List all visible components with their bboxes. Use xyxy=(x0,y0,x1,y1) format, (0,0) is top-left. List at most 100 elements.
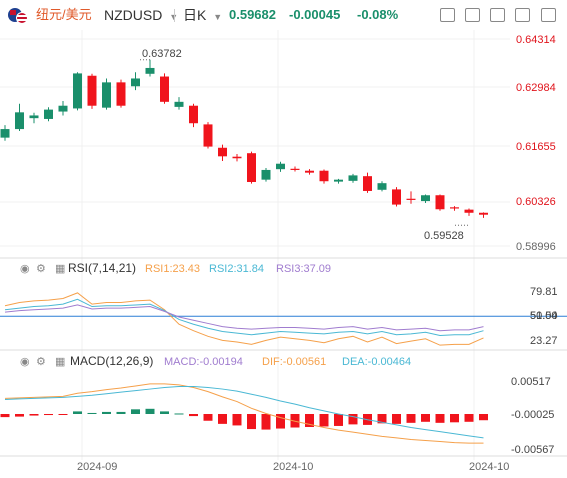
expand-icon[interactable] xyxy=(541,8,556,22)
header-divider xyxy=(174,9,175,22)
settings-icon[interactable]: ⚙ xyxy=(36,263,46,275)
rsi-line xyxy=(4,292,484,346)
candle-body xyxy=(290,168,300,170)
macd-bar xyxy=(189,414,198,417)
candle-body xyxy=(29,115,39,119)
y-tick-label: 23.27 xyxy=(530,335,558,347)
candle-body xyxy=(116,82,126,106)
macd-bar xyxy=(247,414,256,430)
indicator-menu-icon[interactable]: ▦ xyxy=(55,263,65,275)
candle-body xyxy=(377,183,387,190)
macd-legend-value: MACD:-0.00194 xyxy=(164,356,243,368)
price-change: -0.00045 xyxy=(289,7,341,22)
y-tick-label: 0.64314 xyxy=(516,34,556,46)
macd-panel xyxy=(0,383,488,444)
dif-legend-value: DIF:-0.00561 xyxy=(262,356,326,368)
chart-header: 纽元/美元 NZDUSD ▼ 日K ▼ 0.59682 -0.00045 -0.… xyxy=(0,0,567,30)
y-tick-label: 0.60326 xyxy=(516,196,556,208)
macd-bar xyxy=(450,414,459,423)
candle-body xyxy=(392,189,401,205)
pair-name: 纽元/美元 xyxy=(36,7,92,22)
macd-bar xyxy=(421,414,430,422)
candle-body xyxy=(58,105,68,112)
rsi-y-axis: 79.81 50.00 51.54 23.27 xyxy=(530,286,558,347)
candle-body xyxy=(218,147,227,157)
macd-bar xyxy=(131,409,140,414)
macd-bar xyxy=(261,414,271,430)
x-tick-label: 2024-10 xyxy=(273,461,313,473)
rsi1-legend: RSI1:23.43 xyxy=(145,263,200,275)
candle-body xyxy=(145,67,155,74)
x-tick-label: 2024-10 xyxy=(469,461,509,473)
candle-body xyxy=(261,169,271,180)
macd-bar xyxy=(160,411,169,414)
macd-bar xyxy=(203,414,213,421)
y-tick-label: -0.00567 xyxy=(511,444,554,456)
rsi3-legend: RSI3:37.09 xyxy=(276,263,331,275)
candle-body xyxy=(44,109,53,119)
symbol-selector[interactable]: NZDUSD ▼ xyxy=(104,7,178,25)
indicator-menu-icon[interactable]: ▦ xyxy=(55,356,65,368)
macd-bar xyxy=(58,414,68,415)
macd-bar xyxy=(319,414,329,427)
indicator-icon[interactable] xyxy=(465,8,480,22)
macd-bar xyxy=(276,414,285,429)
candle-body xyxy=(450,207,459,209)
timeframe-label: 日K xyxy=(183,7,207,23)
candle-body xyxy=(232,156,242,159)
eye-icon[interactable]: ◉ xyxy=(20,263,30,275)
y-tick-label: 0.61655 xyxy=(516,141,556,153)
macd-bar xyxy=(87,412,97,414)
macd-bar xyxy=(116,411,126,414)
candle-body xyxy=(479,212,488,215)
candle-body xyxy=(73,73,82,109)
macd-bar xyxy=(406,414,416,423)
price-change-percent: -0.08% xyxy=(357,7,399,22)
y-tick-label: 0.62984 xyxy=(516,82,556,94)
macd-bar xyxy=(232,414,242,426)
macd-bar xyxy=(392,414,401,424)
settings-icon[interactable]: ⚙ xyxy=(36,356,46,368)
y-tick-label: 0.00517 xyxy=(511,376,551,388)
candle-body xyxy=(276,163,285,170)
timeframe-selector[interactable]: 日K ▼ xyxy=(183,7,222,25)
chart-area: 0.59528 0.63782 ◉ ⚙ ▦ RSI(7,14,21) RSI1:… xyxy=(0,30,567,473)
low-annotation-label: 0.59528 xyxy=(424,230,464,242)
macd-bar xyxy=(464,414,474,422)
candle-body xyxy=(435,195,445,210)
eye-icon[interactable]: ◉ xyxy=(20,356,30,368)
candle-body xyxy=(406,198,416,200)
dea-legend-value: DEA:-0.00464 xyxy=(342,356,411,368)
macd-bar xyxy=(0,414,10,418)
high-annotation-label: 0.63782 xyxy=(142,48,182,60)
macd-legend: ◉ ⚙ ▦ MACD(12,26,9) MACD:-0.00194 DIF:-0… xyxy=(20,354,411,368)
rsi-title: RSI(7,14,21) xyxy=(68,261,136,275)
candle-body xyxy=(15,112,24,130)
candlestick-series xyxy=(0,59,488,226)
macd-y-axis: 0.00517 -0.00025 -0.00567 xyxy=(511,376,554,456)
us-flag-icon xyxy=(16,12,28,24)
symbol-label: NZDUSD xyxy=(104,7,163,23)
candle-body xyxy=(189,105,198,124)
candle-body xyxy=(421,195,430,202)
candle-body xyxy=(464,209,474,213)
candle-body xyxy=(363,176,372,191)
candle-body xyxy=(0,129,10,138)
candle-body xyxy=(305,170,314,173)
settings-icon[interactable] xyxy=(490,8,505,22)
macd-bar xyxy=(435,414,445,423)
macd-bar xyxy=(29,414,39,416)
macd-bar xyxy=(334,414,343,426)
y-tick-label: 51.54 xyxy=(530,310,558,322)
macd-bar xyxy=(73,411,82,414)
price-y-axis: 0.64314 0.62984 0.61655 0.60326 0.58996 xyxy=(516,34,556,253)
y-tick-label: -0.00025 xyxy=(511,409,554,421)
candle-body xyxy=(174,101,184,107)
candle-body xyxy=(160,76,169,102)
candle-body xyxy=(203,124,213,147)
macd-bar xyxy=(218,414,227,424)
macd-bar xyxy=(479,414,488,421)
x-tick-label: 2024-09 xyxy=(77,461,117,473)
fullscreen-icon[interactable] xyxy=(515,8,530,22)
chart-type-icon[interactable] xyxy=(440,8,455,22)
